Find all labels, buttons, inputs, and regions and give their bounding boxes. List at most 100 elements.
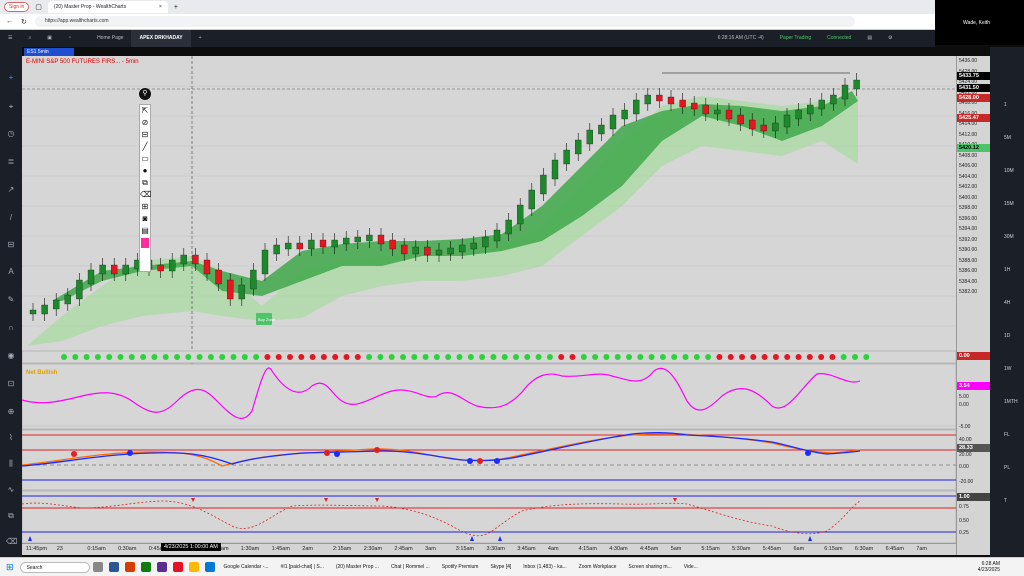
taskbar-app[interactable]: Chat | Rommel ...	[385, 564, 436, 570]
tab-apex-drkhaday[interactable]: APEX DRKHADAY	[131, 30, 191, 47]
add-tab-icon[interactable]: +	[191, 30, 210, 47]
app-icon[interactable]	[172, 562, 183, 572]
timeframe-button[interactable]: T	[1004, 498, 1007, 504]
pin-icon[interactable]: ⚲	[139, 88, 151, 100]
close-icon[interactable]: ×	[159, 1, 162, 13]
no-draw-icon[interactable]: ⊘	[140, 117, 150, 129]
candle	[517, 204, 524, 225]
signal-dot	[388, 354, 395, 360]
clipboard-icon[interactable]: ▤	[140, 225, 150, 237]
camera-icon[interactable]: ◙	[140, 213, 150, 225]
price-chart[interactable]: Buy Zone	[21, 56, 957, 555]
clone-icon[interactable]: ⧉	[140, 177, 150, 189]
timeframe-button[interactable]: 1MTH	[1004, 399, 1018, 405]
new-tab-icon[interactable]: +	[174, 4, 178, 11]
tab-list-icon[interactable]: ▢	[35, 3, 42, 11]
measure-icon[interactable]: ▭	[140, 153, 150, 165]
crosshair-icon[interactable]: ⌖	[6, 102, 16, 112]
taskbar-search[interactable]: Search	[19, 561, 90, 573]
magnet-icon[interactable]: ∩	[6, 323, 16, 333]
dot-icon[interactable]: ●	[140, 165, 150, 177]
trash-icon[interactable]: ⌫	[140, 189, 151, 201]
timeframe-button[interactable]: 4H	[1004, 300, 1010, 306]
taskbar-app[interactable]: Screen sharing m...	[622, 564, 677, 570]
app-icon[interactable]	[108, 562, 119, 572]
clock-icon[interactable]: ◷	[6, 129, 16, 139]
candle	[783, 114, 791, 128]
price-label: 5400.00	[959, 194, 978, 201]
timeframe-button[interactable]: FL	[1004, 432, 1010, 438]
taskbar-app[interactable]: Zoom Workplace	[573, 564, 623, 570]
chart-icon[interactable]: ⌇	[6, 433, 16, 443]
timeframe-button[interactable]: 1H	[1004, 267, 1010, 273]
taskbar-app[interactable]: Google Calendar -...	[218, 564, 275, 570]
signal-dot	[151, 354, 158, 360]
timeframe-button[interactable]: 1D	[1004, 333, 1010, 339]
symbol-selector[interactable]: ES1 5min	[24, 48, 74, 56]
app-icon[interactable]	[124, 562, 135, 572]
taskbar-app[interactable]: Vide...	[678, 564, 704, 570]
app-icon[interactable]	[188, 562, 199, 572]
lock-icon[interactable]: ⊡	[6, 379, 16, 389]
app-icon[interactable]	[156, 562, 167, 572]
settings-icon[interactable]: ⚙	[880, 30, 900, 47]
pencil-icon[interactable]: ✎	[6, 295, 16, 305]
candle	[830, 94, 837, 105]
signal-dot	[264, 354, 271, 360]
signal-dot	[298, 354, 305, 360]
timeframe-button[interactable]: 1W	[1004, 366, 1012, 372]
taskbar-app[interactable]: #I1 [paid-chat] | S...	[275, 564, 330, 570]
ruler-icon[interactable]: ⊟	[6, 240, 16, 250]
color-swatch[interactable]	[141, 238, 149, 248]
timeframe-button[interactable]: 30M	[1004, 234, 1014, 240]
menu-icon[interactable]: ☰	[0, 30, 20, 47]
signal-dot	[140, 354, 147, 360]
chart-area[interactable]: Buy Zone E-MINI S&P 500 FUTURES FIRS... …	[21, 56, 957, 555]
timeframe-button[interactable]: 10M	[1004, 168, 1014, 174]
time-label: 6:45am	[885, 546, 904, 552]
line-icon[interactable]: /	[6, 213, 16, 223]
signal-dot	[324, 450, 330, 456]
trend-icon[interactable]: ↗	[6, 185, 16, 195]
refresh-icon[interactable]: ↻	[21, 18, 27, 26]
taskbar-app[interactable]: Spotify Premium	[436, 564, 485, 570]
cursor-icon[interactable]: ⇱	[140, 105, 150, 117]
taskbar-app[interactable]: Skype [4]	[484, 564, 517, 570]
template-icon[interactable]: ⊞	[140, 201, 150, 213]
eye-icon[interactable]: ◉	[6, 351, 16, 361]
candle	[598, 124, 605, 135]
app-icon[interactable]	[204, 562, 215, 572]
app-icon[interactable]	[140, 562, 151, 572]
save-icon[interactable]: ▤	[859, 30, 880, 47]
taskbar-app[interactable]: Inbox (1,483) - ka...	[517, 564, 572, 570]
layers-icon[interactable]: ≣	[6, 157, 16, 167]
candle	[853, 79, 860, 90]
sign-in-button[interactable]: Sign in	[4, 2, 30, 12]
wave-icon[interactable]: ∿	[6, 485, 16, 495]
timeframe-button[interactable]: PL	[1004, 465, 1010, 471]
layout-icon[interactable]: ▣	[39, 30, 60, 47]
windows-icon[interactable]: ⊞	[0, 562, 20, 573]
app-icon[interactable]	[92, 562, 103, 572]
browser-tab[interactable]: (20) Master Prop - WealthCharts ×	[47, 1, 168, 13]
add-icon[interactable]: +	[6, 73, 16, 83]
line-tool-icon[interactable]: ╱	[140, 141, 150, 153]
trash-icon[interactable]: ⌫	[6, 537, 17, 547]
ruler-icon[interactable]: ⊟	[140, 129, 150, 141]
text-icon[interactable]: A	[6, 267, 16, 277]
tab-home-page[interactable]: Home Page	[89, 30, 131, 47]
timeframe-button[interactable]: 1	[1004, 102, 1007, 108]
zoom-icon[interactable]: ⊕	[6, 407, 16, 417]
timeframe-button[interactable]: 15M	[1004, 201, 1014, 207]
bars-icon[interactable]: ⫼	[6, 459, 16, 469]
copy-icon[interactable]: ⧉	[6, 511, 16, 521]
back-icon[interactable]: ←	[6, 18, 13, 25]
url-field[interactable]: https://app.wealthcharts.com	[34, 16, 855, 27]
alerts-icon[interactable]: ◔	[60, 30, 79, 47]
candle	[29, 309, 37, 315]
search-icon[interactable]: ⌕	[20, 30, 39, 47]
signal-dot	[569, 354, 576, 360]
price-axis: 5436.005428.005424.005422.005418.005416.…	[956, 56, 991, 555]
timeframe-button[interactable]: 5M	[1004, 135, 1011, 141]
taskbar-app[interactable]: (20) Master Prop ...	[330, 564, 385, 570]
